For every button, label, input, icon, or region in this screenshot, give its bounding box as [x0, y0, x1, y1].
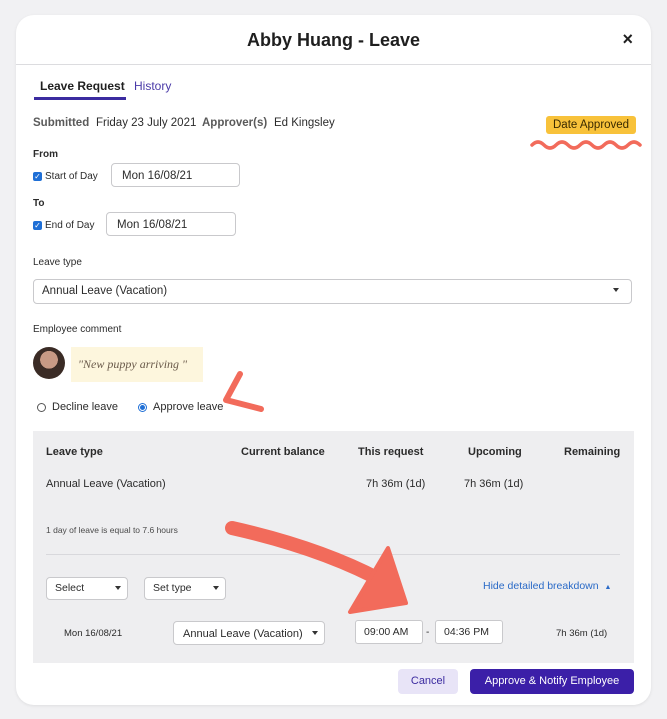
- leave-type-select[interactable]: Annual Leave (Vacation): [33, 279, 632, 304]
- detail-leave-type-select[interactable]: Annual Leave (Vacation): [173, 621, 325, 645]
- decline-leave-radio[interactable]: Decline leave: [37, 401, 118, 413]
- leave-type-value: Annual Leave (Vacation): [42, 285, 168, 297]
- leave-breakdown-panel: Leave type Current balance This request …: [33, 431, 634, 663]
- leave-type-label: Leave type: [33, 257, 82, 268]
- row-leave-type: Annual Leave (Vacation): [46, 478, 166, 490]
- submitted-label: Submitted: [33, 117, 90, 129]
- caret-down-icon: [312, 631, 318, 635]
- approve-leave-radio[interactable]: Approve leave: [138, 401, 223, 413]
- divider: [46, 554, 620, 555]
- hide-breakdown-link[interactable]: Hide detailed breakdown ▲: [483, 580, 611, 592]
- modal-title: Abby Huang - Leave: [246, 30, 421, 50]
- decline-leave-label: Decline leave: [52, 401, 119, 413]
- header-current-balance: Current balance: [241, 446, 325, 458]
- from-label: From: [33, 149, 58, 160]
- detail-total: 7h 36m (1d): [556, 628, 608, 639]
- time-separator: -: [426, 627, 430, 638]
- active-tab-indicator: [34, 97, 126, 100]
- caret-down-icon: [115, 586, 121, 590]
- header-this-request: This request: [358, 446, 424, 458]
- set-type-dropdown[interactable]: Set type: [144, 577, 226, 600]
- start-time-input[interactable]: 09:00 AM: [355, 620, 423, 644]
- employee-comment-bubble: "New puppy arriving ": [71, 347, 203, 382]
- approve-leave-label: Approve leave: [153, 401, 224, 413]
- avatar: [33, 347, 65, 379]
- header-leave-type: Leave type: [46, 446, 103, 458]
- from-date-input[interactable]: Mon 16/08/21: [111, 163, 240, 187]
- end-time-input[interactable]: 04:36 PM: [435, 620, 503, 644]
- select-label: Select: [55, 582, 85, 594]
- close-icon[interactable]: ×: [622, 29, 633, 50]
- tab-history[interactable]: History: [134, 79, 171, 93]
- caret-up-icon: ▲: [604, 584, 612, 591]
- start-of-day-label: Start of Day: [45, 171, 98, 182]
- leave-conversion-note: 1 day of leave is equal to 7.6 hours: [46, 525, 178, 535]
- modal-header: Abby Huang - Leave ×: [16, 15, 651, 65]
- end-of-day-label: End of Day: [45, 220, 95, 231]
- tab-leave-request[interactable]: Leave Request: [40, 79, 125, 93]
- approvers-value: Ed Kingsley: [274, 117, 335, 129]
- employee-comment-label: Employee comment: [33, 324, 122, 335]
- start-of-day-checkbox[interactable]: ✓ Start of Day: [33, 171, 98, 182]
- to-date-input[interactable]: Mon 16/08/21: [106, 212, 236, 236]
- leave-modal: Abby Huang - Leave × Leave Request Histo…: [16, 15, 651, 705]
- row-upcoming: 7h 36m (1d): [464, 478, 524, 490]
- submitted-value: Friday 23 July 2021: [96, 117, 197, 129]
- end-of-day-checkbox[interactable]: ✓ End of Day: [33, 220, 94, 231]
- caret-down-icon: [613, 288, 619, 292]
- caret-down-icon: [213, 586, 219, 590]
- status-badge: Date Approved: [546, 116, 637, 134]
- radio-unselected-icon: [37, 402, 46, 412]
- header-upcoming: Upcoming: [468, 446, 522, 458]
- approvers-label: Approver(s): [202, 117, 268, 129]
- select-dropdown[interactable]: Select: [46, 577, 128, 600]
- set-type-label: Set type: [153, 582, 192, 594]
- to-label: To: [33, 198, 45, 209]
- checkbox-checked-icon: ✓: [33, 221, 42, 230]
- row-this-request: 7h 36m (1d): [366, 478, 426, 490]
- checkbox-checked-icon: ✓: [33, 172, 42, 181]
- cancel-button[interactable]: Cancel: [398, 669, 458, 694]
- header-remaining: Remaining: [564, 446, 621, 458]
- hide-breakdown-label: Hide detailed breakdown: [483, 580, 599, 592]
- detail-leave-type-value: Annual Leave (Vacation): [183, 628, 303, 640]
- detail-date: Mon 16/08/21: [64, 628, 123, 639]
- approve-notify-button[interactable]: Approve & Notify Employee: [470, 669, 634, 694]
- radio-selected-icon: [138, 402, 147, 412]
